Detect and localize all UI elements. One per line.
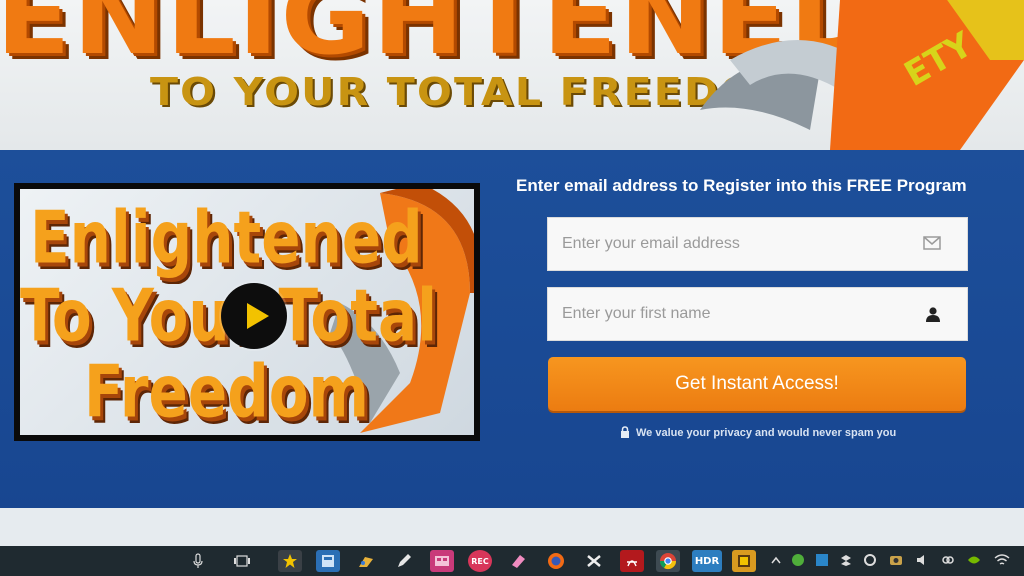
first-name-input[interactable]: [562, 288, 922, 340]
play-icon: [247, 303, 269, 329]
chevron-up-icon[interactable]: [768, 552, 784, 568]
lock-icon: [621, 426, 629, 438]
email-input[interactable]: [562, 218, 922, 270]
screen-recorder-app-icon[interactable]: REC: [468, 550, 492, 572]
taskbar: REC HDR: [0, 546, 1024, 576]
task-view-icon[interactable]: [230, 550, 254, 572]
email-field-wrapper: [547, 217, 968, 271]
eraser-app-icon[interactable]: [506, 550, 530, 572]
camera-icon[interactable]: [888, 552, 904, 568]
volume-icon[interactable]: [914, 552, 930, 568]
form-heading: Enter email address to Register into thi…: [516, 176, 967, 195]
nvidia-icon[interactable]: [966, 552, 982, 568]
privacy-text: We value your privacy and would never sp…: [636, 427, 897, 439]
archive-app-icon[interactable]: [732, 550, 756, 572]
header-banner: ENLIGHTENED TO YOUR TOTAL FREEDOM ETY: [0, 0, 1024, 150]
sync-icon[interactable]: [862, 552, 878, 568]
wifi-icon[interactable]: [994, 552, 1010, 568]
envelope-icon: [923, 236, 941, 250]
security-icon[interactable]: [790, 552, 806, 568]
network-icon[interactable]: [814, 552, 830, 568]
play-button[interactable]: [221, 283, 287, 349]
dropbox-icon[interactable]: [838, 552, 854, 568]
paint-app-icon[interactable]: [354, 550, 378, 572]
microphone-icon[interactable]: [186, 550, 210, 572]
pen-app-icon[interactable]: [392, 550, 416, 572]
privacy-note: We value your privacy and would never sp…: [620, 426, 896, 439]
chrome-icon[interactable]: [656, 550, 680, 572]
movie-star-app-icon[interactable]: [278, 550, 302, 572]
thumbnail-title-line-3: Freedom: [84, 349, 369, 434]
page-footer-area: [0, 508, 1024, 546]
hdr-app-icon[interactable]: HDR: [692, 550, 722, 572]
user-icon: [926, 307, 940, 322]
thumbnail-title-line-1: Enlightened: [30, 195, 423, 280]
link-icon[interactable]: [940, 552, 956, 568]
banner-arrow-logo: ETY: [700, 0, 1024, 150]
name-field-wrapper: [547, 287, 968, 341]
firefox-icon[interactable]: [544, 550, 568, 572]
pdf-reader-icon[interactable]: [620, 550, 644, 572]
get-instant-access-button[interactable]: Get Instant Access!: [548, 357, 966, 411]
video-editor-app-icon[interactable]: [430, 550, 454, 572]
calculator-app-icon[interactable]: [316, 550, 340, 572]
shuffle-app-icon[interactable]: [582, 550, 606, 572]
